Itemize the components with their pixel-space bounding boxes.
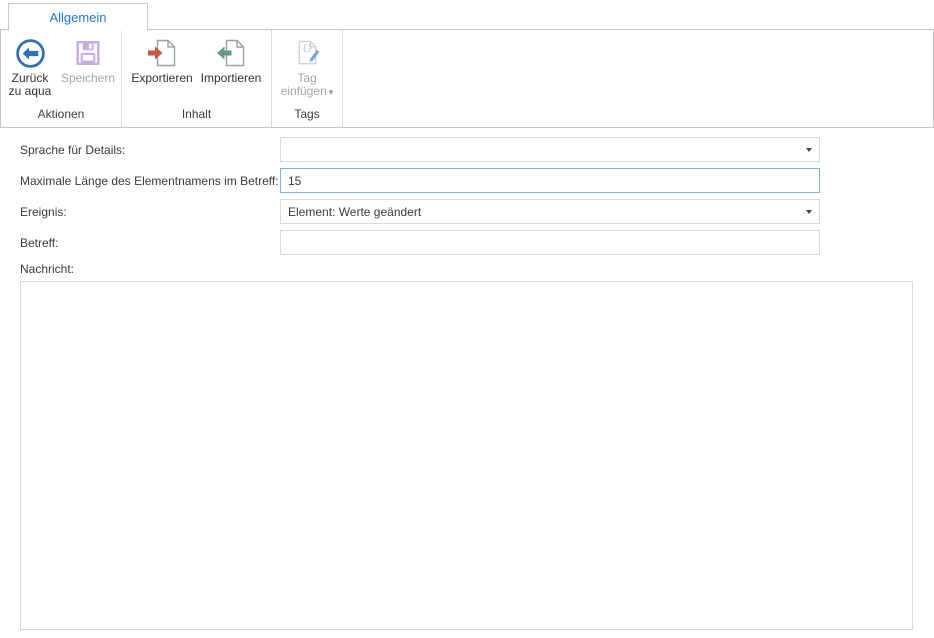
sprache-field — [280, 137, 820, 162]
back-to-aqua-button[interactable]: Zurück zu aqua — [3, 34, 57, 98]
betreff-field — [280, 230, 820, 255]
chevron-down-icon[interactable] — [806, 210, 812, 214]
betreff-label: Betreff: — [20, 236, 280, 250]
form-row-ereignis: Ereignis: Element: Werte geändert — [20, 199, 913, 224]
group-label-aktionen: Aktionen — [1, 105, 121, 127]
notification-rule-window: Allgemein Zurück zu aqua — [0, 0, 934, 638]
max-laenge-field — [280, 168, 820, 193]
ribbon-group-aktionen: Zurück zu aqua Speichern Aktione — [1, 30, 122, 127]
ribbon-group-aktionen-buttons: Zurück zu aqua Speichern — [1, 30, 121, 105]
tag-icon: {} — [292, 36, 323, 70]
ereignis-label: Ereignis: — [20, 205, 280, 219]
svg-text:{}: {} — [302, 44, 312, 54]
ribbon: Zurück zu aqua Speichern Aktione — [0, 29, 934, 128]
form-row-sprache: Sprache für Details: — [20, 137, 913, 162]
tab-allgemein-label: Allgemein — [49, 10, 106, 25]
settings-form: Sprache für Details: Maximale Länge des … — [0, 128, 934, 635]
insert-tag-button[interactable]: {} Tag einfügen▾ — [275, 34, 339, 99]
max-laenge-label: Maximale Länge des Elementnamens im Betr… — [20, 174, 280, 188]
max-laenge-input[interactable] — [280, 168, 820, 193]
nachricht-textarea[interactable] — [20, 281, 913, 630]
group-label-tags: Tags — [272, 105, 342, 127]
ribbon-empty-area — [343, 30, 933, 127]
form-row-max-laenge: Maximale Länge des Elementnamens im Betr… — [20, 168, 913, 193]
export-button-label: Exportieren — [131, 72, 192, 85]
back-button-label-line2: zu aqua — [9, 85, 52, 98]
nachricht-label: Nachricht: — [20, 262, 913, 276]
tab-allgemein[interactable]: Allgemein — [8, 3, 148, 31]
dropdown-arrow-icon: ▾ — [329, 87, 334, 97]
ribbon-group-tags-buttons: {} Tag einfügen▾ — [272, 30, 342, 105]
export-button[interactable]: Exportieren — [128, 34, 197, 85]
form-row-betreff: Betreff: — [20, 230, 913, 255]
sprache-label: Sprache für Details: — [20, 143, 280, 157]
export-icon — [145, 36, 179, 70]
ribbon-group-inhalt: Exportieren Importieren Inhalt — [122, 30, 272, 127]
ribbon-group-tags: {} Tag einfügen▾ Tags — [272, 30, 343, 127]
betreff-input[interactable] — [280, 230, 820, 255]
save-button-label: Speichern — [61, 72, 115, 85]
import-button[interactable]: Importieren — [197, 34, 266, 85]
ereignis-field: Element: Werte geändert — [280, 199, 820, 224]
ereignis-combobox[interactable]: Element: Werte geändert — [280, 199, 820, 224]
group-label-inhalt: Inhalt — [122, 105, 271, 127]
import-button-label: Importieren — [201, 72, 262, 85]
save-button[interactable]: Speichern — [57, 34, 119, 85]
sprache-combobox[interactable] — [280, 137, 820, 162]
ribbon-group-inhalt-buttons: Exportieren Importieren — [122, 30, 271, 105]
import-icon — [214, 36, 248, 70]
insert-tag-label-line2: einfügen▾ — [281, 85, 334, 99]
chevron-down-icon[interactable] — [806, 148, 812, 152]
back-icon — [15, 36, 46, 70]
save-icon — [73, 36, 103, 70]
ereignis-combobox-value: Element: Werte geändert — [288, 205, 421, 219]
ribbon-tab-strip: Allgemein — [0, 0, 934, 30]
